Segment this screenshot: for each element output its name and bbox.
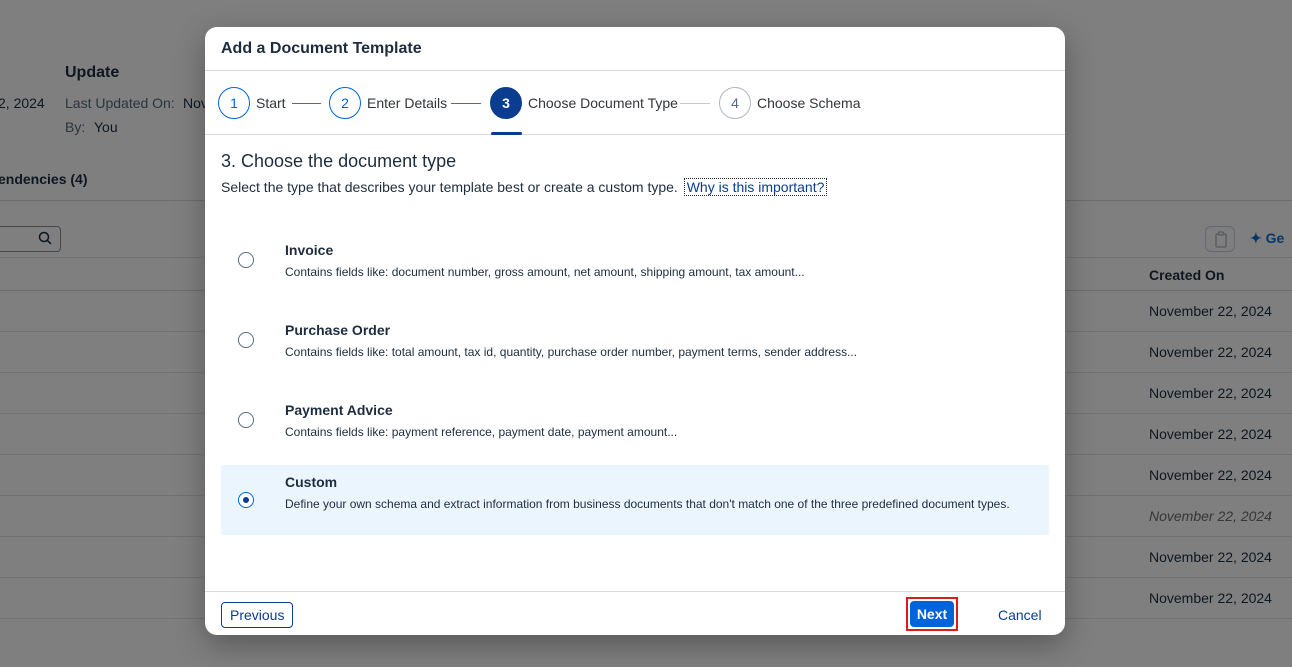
- option-description: Contains fields like: total amount, tax …: [285, 345, 858, 359]
- next-button[interactable]: Next: [910, 601, 954, 627]
- wizard-step-choose-schema[interactable]: 4 Choose Schema: [719, 87, 861, 119]
- option-description: Contains fields like: document number, g…: [285, 265, 805, 279]
- dialog-header: Add a Document Template: [205, 27, 1065, 71]
- option-title: Invoice: [285, 242, 334, 258]
- step-number: 1: [218, 87, 250, 119]
- wizard-progress: 1 Start 2 Enter Details 3 Choose Documen…: [205, 71, 1065, 135]
- cancel-button[interactable]: Cancel: [990, 602, 1050, 628]
- dialog-footer: Previous Next Cancel: [205, 591, 1065, 635]
- step-number: 3: [490, 87, 522, 119]
- step-number: 4: [719, 87, 751, 119]
- add-document-template-dialog: Add a Document Template 1 Start 2 Enter …: [205, 27, 1065, 635]
- wizard-step-choose-document-type[interactable]: 3 Choose Document Type: [490, 87, 678, 119]
- dialog-content: 3. Choose the document type Select the t…: [205, 135, 1065, 211]
- next-button-highlight: Next: [906, 597, 958, 631]
- option-title: Custom: [285, 474, 338, 490]
- option-description: Contains fields like: payment reference,…: [285, 425, 678, 439]
- option-description: Define your own schema and extract infor…: [285, 497, 1010, 511]
- radio-invoice[interactable]: [238, 252, 254, 268]
- step-label: Start: [256, 95, 286, 111]
- option-invoice[interactable]: Invoice Contains fields like: document n…: [221, 225, 1049, 295]
- wizard-step-enter-details[interactable]: 2 Enter Details: [329, 87, 447, 119]
- step-connector: [680, 103, 710, 104]
- previous-button[interactable]: Previous: [221, 602, 294, 628]
- option-payment-advice[interactable]: Payment Advice Contains fields like: pay…: [221, 385, 1049, 455]
- option-title: Purchase Order: [285, 322, 391, 338]
- description-text: Select the type that describes your temp…: [221, 179, 678, 195]
- step-number: 2: [329, 87, 361, 119]
- step-label: Choose Document Type: [528, 95, 678, 111]
- radio-purchase-order[interactable]: [238, 332, 254, 348]
- option-title: Payment Advice: [285, 402, 393, 418]
- section-heading: 3. Choose the document type: [221, 151, 457, 171]
- section-description: Select the type that describes your temp…: [221, 178, 1049, 196]
- radio-payment-advice[interactable]: [238, 412, 254, 428]
- step-label: Choose Schema: [757, 95, 861, 111]
- step-label: Enter Details: [367, 95, 448, 111]
- option-custom[interactable]: Custom Define your own schema and extrac…: [221, 465, 1049, 535]
- dialog-title: Add a Document Template: [221, 40, 422, 57]
- radio-custom[interactable]: [238, 492, 254, 508]
- why-important-link[interactable]: Why is this important?: [683, 178, 828, 196]
- step-connector: [451, 103, 481, 104]
- step-connector: [292, 103, 321, 104]
- option-purchase-order[interactable]: Purchase Order Contains fields like: tot…: [221, 305, 1049, 375]
- wizard-step-start[interactable]: 1 Start: [218, 87, 286, 119]
